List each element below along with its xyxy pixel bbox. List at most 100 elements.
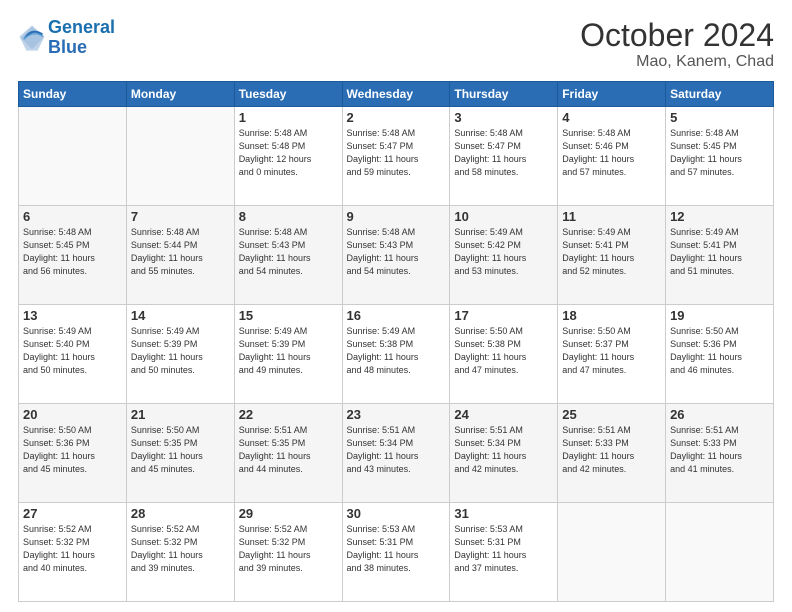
- table-row: 5 Sunrise: 5:48 AM Sunset: 5:45 PM Daylig…: [666, 107, 774, 206]
- day-number: 19: [670, 308, 769, 323]
- calendar-week-row: 6 Sunrise: 5:48 AM Sunset: 5:45 PM Daylig…: [19, 206, 774, 305]
- table-row: [558, 503, 666, 602]
- day-info: Sunrise: 5:50 AM Sunset: 5:35 PM Dayligh…: [131, 424, 230, 476]
- table-row: 31 Sunrise: 5:53 AM Sunset: 5:31 PM Dayli…: [450, 503, 558, 602]
- table-row: 24 Sunrise: 5:51 AM Sunset: 5:34 PM Dayli…: [450, 404, 558, 503]
- logo: General Blue: [18, 18, 115, 58]
- day-number: 12: [670, 209, 769, 224]
- day-number: 11: [562, 209, 661, 224]
- day-info: Sunrise: 5:49 AM Sunset: 5:40 PM Dayligh…: [23, 325, 122, 377]
- table-row: 15 Sunrise: 5:49 AM Sunset: 5:39 PM Dayli…: [234, 305, 342, 404]
- day-info: Sunrise: 5:49 AM Sunset: 5:41 PM Dayligh…: [670, 226, 769, 278]
- table-row: 4 Sunrise: 5:48 AM Sunset: 5:46 PM Daylig…: [558, 107, 666, 206]
- table-row: 27Sunrise: 5:52 AM Sunset: 5:32 PM Dayli…: [19, 503, 127, 602]
- day-number: 14: [131, 308, 230, 323]
- calendar-subtitle: Mao, Kanem, Chad: [580, 53, 774, 71]
- day-info: Sunrise: 5:53 AM Sunset: 5:31 PM Dayligh…: [454, 523, 553, 575]
- day-info: Sunrise: 5:49 AM Sunset: 5:42 PM Dayligh…: [454, 226, 553, 278]
- table-row: [126, 107, 234, 206]
- day-number: 13: [23, 308, 122, 323]
- logo-icon: [18, 24, 46, 52]
- logo-line1: General: [48, 17, 115, 37]
- day-number: 20: [23, 407, 122, 422]
- calendar-header-row: Sunday Monday Tuesday Wednesday Thursday…: [19, 82, 774, 107]
- day-number: 21: [131, 407, 230, 422]
- day-info: Sunrise: 5:48 AM Sunset: 5:45 PM Dayligh…: [23, 226, 122, 278]
- header: General Blue October 2024 Mao, Kanem, Ch…: [18, 18, 774, 71]
- day-number: 4: [562, 110, 661, 125]
- title-block: October 2024 Mao, Kanem, Chad: [580, 18, 774, 71]
- table-row: 1 Sunrise: 5:48 AM Sunset: 5:48 PM Daylig…: [234, 107, 342, 206]
- day-number: 5: [670, 110, 769, 125]
- day-info: Sunrise: 5:48 AM Sunset: 5:46 PM Dayligh…: [562, 127, 661, 179]
- day-number: 3: [454, 110, 553, 125]
- table-row: 14 Sunrise: 5:49 AM Sunset: 5:39 PM Dayli…: [126, 305, 234, 404]
- table-row: 21 Sunrise: 5:50 AM Sunset: 5:35 PM Dayli…: [126, 404, 234, 503]
- table-row: 26 Sunrise: 5:51 AM Sunset: 5:33 PM Dayli…: [666, 404, 774, 503]
- day-info: Sunrise: 5:48 AM Sunset: 5:44 PM Dayligh…: [131, 226, 230, 278]
- table-row: 10Sunrise: 5:49 AM Sunset: 5:42 PM Dayli…: [450, 206, 558, 305]
- table-row: 17 Sunrise: 5:50 AM Sunset: 5:38 PM Dayli…: [450, 305, 558, 404]
- day-info: Sunrise: 5:48 AM Sunset: 5:47 PM Dayligh…: [347, 127, 446, 179]
- calendar-week-row: 13 Sunrise: 5:49 AM Sunset: 5:40 PM Dayli…: [19, 305, 774, 404]
- col-friday: Friday: [558, 82, 666, 107]
- day-number: 9: [347, 209, 446, 224]
- calendar-title: October 2024: [580, 18, 774, 53]
- day-number: 7: [131, 209, 230, 224]
- table-row: 23 Sunrise: 5:51 AM Sunset: 5:34 PM Dayli…: [342, 404, 450, 503]
- table-row: 2Sunrise: 5:48 AM Sunset: 5:47 PM Daylig…: [342, 107, 450, 206]
- day-number: 26: [670, 407, 769, 422]
- day-info: Sunrise: 5:51 AM Sunset: 5:34 PM Dayligh…: [347, 424, 446, 476]
- table-row: [19, 107, 127, 206]
- day-number: 8: [239, 209, 338, 224]
- day-number: 15: [239, 308, 338, 323]
- day-info: Sunrise: 5:52 AM Sunset: 5:32 PM Dayligh…: [239, 523, 338, 575]
- col-wednesday: Wednesday: [342, 82, 450, 107]
- day-info: Sunrise: 5:48 AM Sunset: 5:47 PM Dayligh…: [454, 127, 553, 179]
- day-info: Sunrise: 5:49 AM Sunset: 5:39 PM Dayligh…: [131, 325, 230, 377]
- day-number: 1: [239, 110, 338, 125]
- logo-line2: Blue: [48, 37, 87, 57]
- table-row: 16Sunrise: 5:49 AM Sunset: 5:38 PM Dayli…: [342, 305, 450, 404]
- col-monday: Monday: [126, 82, 234, 107]
- day-info: Sunrise: 5:48 AM Sunset: 5:43 PM Dayligh…: [347, 226, 446, 278]
- table-row: 30Sunrise: 5:53 AM Sunset: 5:31 PM Dayli…: [342, 503, 450, 602]
- day-info: Sunrise: 5:52 AM Sunset: 5:32 PM Dayligh…: [23, 523, 122, 575]
- table-row: 25 Sunrise: 5:51 AM Sunset: 5:33 PM Dayli…: [558, 404, 666, 503]
- table-row: 28Sunrise: 5:52 AM Sunset: 5:32 PM Dayli…: [126, 503, 234, 602]
- day-number: 6: [23, 209, 122, 224]
- day-number: 30: [347, 506, 446, 521]
- table-row: 22Sunrise: 5:51 AM Sunset: 5:35 PM Dayli…: [234, 404, 342, 503]
- table-row: 18 Sunrise: 5:50 AM Sunset: 5:37 PM Dayli…: [558, 305, 666, 404]
- day-number: 18: [562, 308, 661, 323]
- table-row: 12 Sunrise: 5:49 AM Sunset: 5:41 PM Dayli…: [666, 206, 774, 305]
- day-number: 17: [454, 308, 553, 323]
- day-info: Sunrise: 5:50 AM Sunset: 5:37 PM Dayligh…: [562, 325, 661, 377]
- day-number: 29: [239, 506, 338, 521]
- day-info: Sunrise: 5:48 AM Sunset: 5:45 PM Dayligh…: [670, 127, 769, 179]
- day-number: 23: [347, 407, 446, 422]
- col-sunday: Sunday: [19, 82, 127, 107]
- page: General Blue October 2024 Mao, Kanem, Ch…: [0, 0, 792, 612]
- table-row: 3 Sunrise: 5:48 AM Sunset: 5:47 PM Daylig…: [450, 107, 558, 206]
- day-info: Sunrise: 5:50 AM Sunset: 5:36 PM Dayligh…: [23, 424, 122, 476]
- table-row: 29 Sunrise: 5:52 AM Sunset: 5:32 PM Dayli…: [234, 503, 342, 602]
- logo-text: General Blue: [48, 18, 115, 58]
- calendar-week-row: 1 Sunrise: 5:48 AM Sunset: 5:48 PM Daylig…: [19, 107, 774, 206]
- table-row: 6 Sunrise: 5:48 AM Sunset: 5:45 PM Daylig…: [19, 206, 127, 305]
- day-info: Sunrise: 5:48 AM Sunset: 5:48 PM Dayligh…: [239, 127, 338, 179]
- day-info: Sunrise: 5:49 AM Sunset: 5:38 PM Dayligh…: [347, 325, 446, 377]
- day-number: 31: [454, 506, 553, 521]
- day-info: Sunrise: 5:50 AM Sunset: 5:38 PM Dayligh…: [454, 325, 553, 377]
- day-number: 25: [562, 407, 661, 422]
- day-number: 24: [454, 407, 553, 422]
- table-row: 9 Sunrise: 5:48 AM Sunset: 5:43 PM Daylig…: [342, 206, 450, 305]
- col-saturday: Saturday: [666, 82, 774, 107]
- day-info: Sunrise: 5:49 AM Sunset: 5:39 PM Dayligh…: [239, 325, 338, 377]
- table-row: 11Sunrise: 5:49 AM Sunset: 5:41 PM Dayli…: [558, 206, 666, 305]
- day-info: Sunrise: 5:51 AM Sunset: 5:33 PM Dayligh…: [562, 424, 661, 476]
- day-info: Sunrise: 5:51 AM Sunset: 5:33 PM Dayligh…: [670, 424, 769, 476]
- calendar-table: Sunday Monday Tuesday Wednesday Thursday…: [18, 81, 774, 602]
- day-info: Sunrise: 5:52 AM Sunset: 5:32 PM Dayligh…: [131, 523, 230, 575]
- day-info: Sunrise: 5:51 AM Sunset: 5:34 PM Dayligh…: [454, 424, 553, 476]
